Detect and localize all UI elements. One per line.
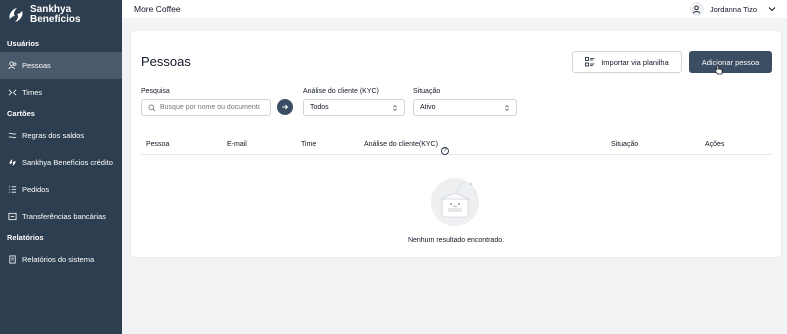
- list-icon: [8, 185, 17, 194]
- spreadsheet-icon: [585, 57, 595, 67]
- brand-line2: Benefícios: [30, 14, 81, 25]
- add-person-button[interactable]: Adicionar pessoa: [689, 51, 772, 73]
- section-title-cartoes: Cartões: [7, 109, 35, 118]
- column-header-acoes: Ações: [705, 141, 725, 148]
- sidebar-item-label: Times: [22, 88, 43, 97]
- search-field[interactable]: [141, 99, 271, 116]
- credit-icon: [8, 158, 17, 167]
- sidebar-item-sankhya-credito[interactable]: Sankhya Benefícios crédito: [0, 149, 122, 176]
- sidebar-item-relatorios-do-sistema[interactable]: Relatórios do sistema: [0, 246, 122, 273]
- sidebar-item-label: Transferências bancárias: [22, 212, 106, 221]
- report-icon: [8, 255, 17, 264]
- hand-cursor-icon: [714, 64, 723, 75]
- search-submit-button[interactable]: [277, 99, 293, 115]
- chevron-down-icon[interactable]: [767, 4, 777, 14]
- sidebar-item-regras-dos-saldos[interactable]: Regras dos saldos: [0, 122, 122, 149]
- kyc-selected-value: Todos: [310, 104, 329, 111]
- brand-logo[interactable]: Sankhya Benefícios: [0, 0, 122, 30]
- column-header-time[interactable]: Time: [301, 141, 316, 148]
- page-title: Pessoas: [141, 54, 191, 69]
- sankhya-logo-icon: [9, 8, 23, 22]
- people-card: Pessoas Importar via planilha Adicionar …: [131, 31, 781, 257]
- column-header-email[interactable]: E-mail: [227, 141, 247, 148]
- status-label: Situação: [413, 88, 441, 95]
- section-title-relatorios: Relatórios: [7, 233, 44, 242]
- column-header-kyc-label: Análise do cliente(KYC): [364, 141, 438, 148]
- info-icon[interactable]: ?: [440, 147, 449, 155]
- search-input[interactable]: [160, 104, 260, 111]
- kyc-select[interactable]: Todos: [303, 99, 405, 116]
- sidebar: Sankhya Benefícios Usuários Pessoas Time…: [0, 0, 122, 334]
- sidebar-item-label: Regras dos saldos: [22, 131, 85, 140]
- transfer-icon: [8, 212, 17, 221]
- sidebar-item-times[interactable]: Times: [0, 79, 122, 106]
- section-relatorios: Relatórios Relatórios do sistema: [0, 230, 122, 273]
- table-header: Pessoa E-mail Time Análise do cliente(KY…: [141, 135, 772, 155]
- section-title-usuarios: Usuários: [7, 39, 40, 48]
- top-bar: More Coffee Jordanna Tizo: [122, 0, 787, 18]
- kyc-label: Análise do cliente (KYC): [303, 88, 379, 95]
- team-icon: [8, 88, 17, 97]
- users-icon: [8, 61, 17, 70]
- column-header-pessoa[interactable]: Pessoa: [146, 141, 169, 148]
- user-avatar-icon: [689, 2, 704, 16]
- rules-icon: [8, 131, 17, 140]
- status-selected-value: Ativo: [420, 104, 436, 111]
- user-name: Jordanna Tizo: [709, 4, 757, 14]
- import-spreadsheet-button[interactable]: Importar via planilha: [572, 51, 682, 73]
- sidebar-item-transferencias[interactable]: Transferências bancárias: [0, 203, 122, 230]
- empty-state-message: Nenhum resultado encontrado.: [407, 237, 505, 244]
- sidebar-item-label: Sankhya Benefícios crédito: [22, 158, 113, 167]
- empty-box-illustration: [431, 178, 479, 226]
- company-name: More Coffee: [134, 4, 181, 14]
- user-menu[interactable]: Jordanna Tizo: [689, 2, 777, 16]
- sidebar-item-pedidos[interactable]: Pedidos: [0, 176, 122, 203]
- section-usuarios: Usuários Pessoas Times: [0, 36, 122, 106]
- column-header-kyc[interactable]: Análise do cliente(KYC)?: [364, 141, 449, 155]
- select-arrows-icon: [393, 104, 397, 111]
- search-icon: [148, 104, 156, 111]
- sidebar-item-label: Relatórios do sistema: [22, 255, 95, 264]
- status-select[interactable]: Ativo: [413, 99, 517, 116]
- select-arrows-icon: [505, 104, 509, 111]
- sidebar-item-label: Pedidos: [22, 185, 50, 194]
- arrow-right-icon: [282, 104, 289, 110]
- import-label: Importar via planilha: [601, 57, 669, 67]
- search-label: Pesquisa: [141, 88, 170, 95]
- sidebar-item-label: Pessoas: [22, 61, 51, 70]
- section-cartoes: Cartões Regras dos saldos Sankhya Benefí…: [0, 106, 122, 230]
- sidebar-item-pessoas[interactable]: Pessoas: [0, 52, 122, 79]
- column-header-situacao[interactable]: Situação: [611, 141, 638, 148]
